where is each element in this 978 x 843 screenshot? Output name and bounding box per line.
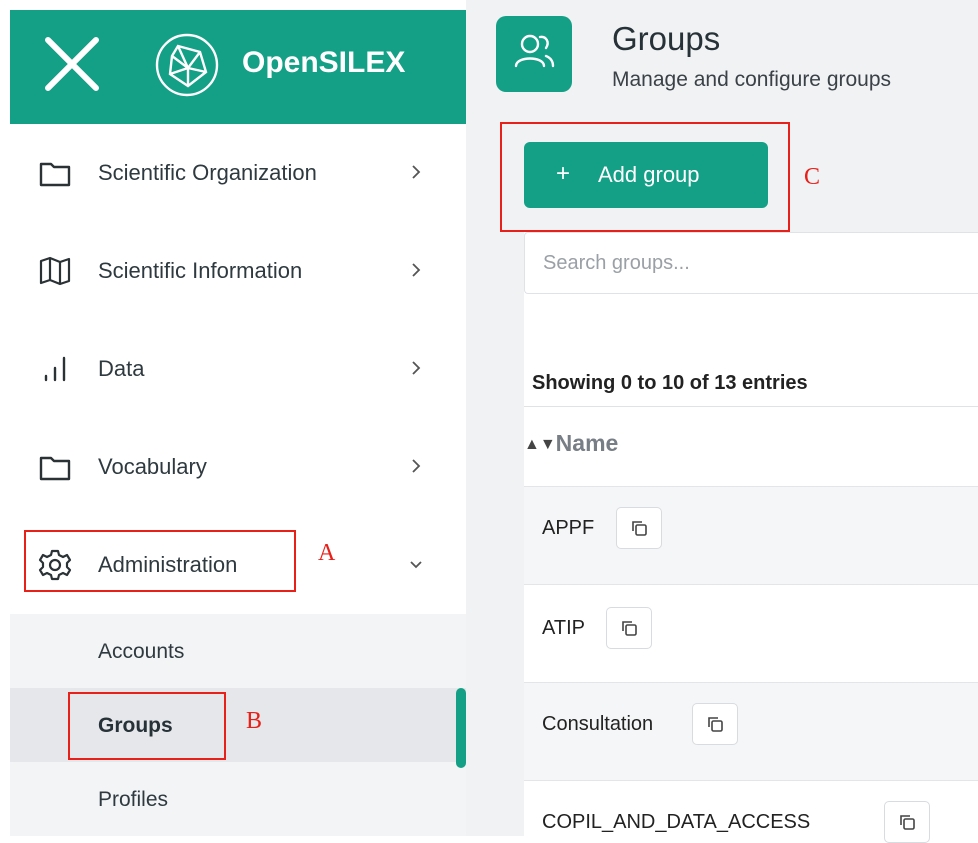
sidebar-item-label: Scientific Information bbox=[98, 258, 303, 283]
sidebar-header: OpenSILEX bbox=[10, 10, 466, 124]
annotation-box-c bbox=[500, 122, 790, 232]
sidebar-subitem-label: Accounts bbox=[98, 640, 185, 663]
annotation-label-c: C bbox=[804, 164, 821, 190]
page-title: Groups bbox=[612, 20, 721, 57]
active-item-indicator bbox=[456, 688, 466, 768]
entries-info: Showing 0 to 10 of 13 entries bbox=[532, 372, 808, 394]
chevron-right-icon bbox=[406, 260, 426, 280]
close-icon[interactable] bbox=[40, 32, 104, 96]
sidebar-item-data[interactable]: Data bbox=[10, 320, 466, 418]
folder-icon bbox=[38, 156, 72, 190]
opensilex-logo-icon bbox=[154, 32, 220, 98]
table-row[interactable]: COPIL_AND_DATA_ACCESS bbox=[524, 780, 978, 843]
group-name: Consultation bbox=[542, 713, 654, 735]
sidebar-subitem-accounts[interactable]: Accounts bbox=[10, 614, 466, 688]
copy-icon[interactable] bbox=[616, 507, 662, 549]
search-input[interactable] bbox=[524, 232, 978, 294]
annotation-box-a bbox=[24, 530, 296, 592]
sidebar-item-scientific-information[interactable]: Scientific Information bbox=[10, 222, 466, 320]
group-name: APPF bbox=[542, 517, 595, 539]
copy-icon[interactable] bbox=[606, 607, 652, 649]
chevron-right-icon bbox=[406, 358, 426, 378]
annotation-label-a: A bbox=[318, 540, 336, 566]
map-icon bbox=[38, 254, 72, 288]
copy-icon[interactable] bbox=[884, 801, 930, 843]
table-divider bbox=[524, 406, 978, 407]
group-name: ATIP bbox=[542, 617, 585, 639]
annotation-label-b: B bbox=[246, 708, 263, 734]
column-header-label: Name bbox=[555, 430, 619, 456]
sidebar-item-scientific-organization[interactable]: Scientific Organization bbox=[10, 124, 466, 222]
page-subtitle: Manage and configure groups bbox=[612, 68, 892, 91]
annotation-box-b bbox=[68, 692, 226, 760]
sort-icon: ▲▼ bbox=[524, 436, 556, 453]
table-row[interactable]: Consultation bbox=[524, 682, 978, 781]
users-icon bbox=[496, 16, 572, 92]
chevron-right-icon bbox=[406, 162, 426, 182]
brand-name: OpenSILEX bbox=[242, 46, 406, 79]
sidebar-subitem-profiles[interactable]: Profiles bbox=[10, 762, 466, 836]
sidebar-item-label: Scientific Organization bbox=[98, 160, 317, 185]
group-name: COPIL_AND_DATA_ACCESS bbox=[542, 811, 811, 833]
bar-chart-icon bbox=[38, 352, 72, 386]
copy-icon[interactable] bbox=[692, 703, 738, 745]
sidebar-subitem-label: Profiles bbox=[98, 788, 169, 811]
table-row[interactable]: ATIP bbox=[524, 584, 978, 683]
column-header-name[interactable]: ▲▼Name bbox=[524, 430, 618, 457]
chevron-right-icon bbox=[406, 456, 426, 476]
chevron-down-icon bbox=[406, 554, 426, 574]
sidebar-item-vocabulary[interactable]: Vocabulary bbox=[10, 418, 466, 516]
sidebar-item-label: Vocabulary bbox=[98, 454, 207, 479]
table-row[interactable]: APPF bbox=[524, 486, 978, 585]
folder-icon bbox=[38, 450, 72, 484]
sidebar-item-label: Data bbox=[98, 356, 145, 381]
